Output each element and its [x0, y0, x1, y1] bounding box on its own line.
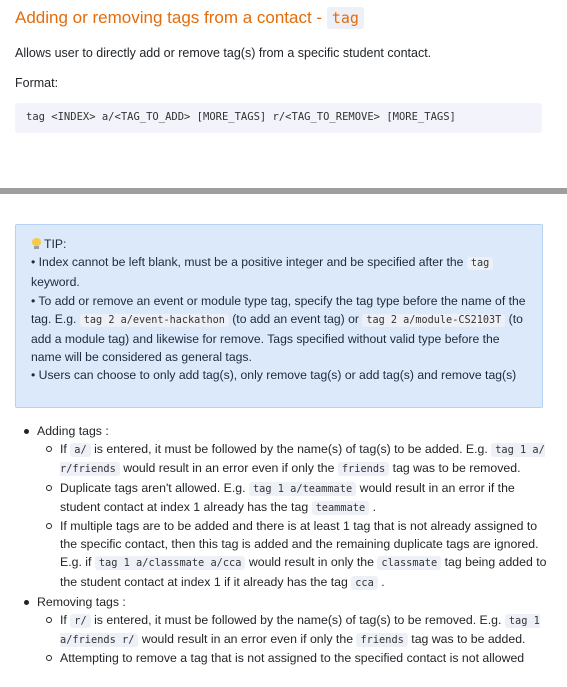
item-code: tag 1 a/classmate a/cca — [94, 556, 246, 571]
item-text: Attempting to remove a tag that is not a… — [60, 651, 525, 666]
item-text: If — [60, 613, 71, 628]
format-label: Format: — [15, 76, 59, 90]
item-text: is entered, it must be followed by the n… — [90, 442, 492, 457]
item-text: Duplicate tags aren't allowed. E.g. — [60, 480, 249, 495]
tip-item: • To add or remove an event or module ty… — [31, 292, 528, 367]
tip-code: tag 2 a/module-CS2103T — [362, 313, 506, 327]
page-title: Adding or removing tags from a contact -… — [15, 7, 364, 29]
title-code: tag — [326, 7, 364, 29]
item-code: cca — [351, 575, 378, 590]
item-code: teammate — [311, 500, 370, 515]
tip-title: TIP: — [44, 237, 67, 251]
tip-text: (to add an event tag) or — [228, 311, 363, 326]
tip-item: • Index cannot be left blank, must be a … — [31, 253, 528, 291]
page-title-text: Adding or removing tags from a contact - — [15, 8, 327, 27]
list-label: Adding tags : — [37, 424, 109, 438]
tip-text: • Index cannot be left blank, must be a … — [31, 255, 467, 270]
tip-text: • Users can choose to only add tag(s), o… — [31, 368, 517, 383]
list-label: Removing tags : — [37, 594, 126, 609]
tip-code: tag 2 a/event-hackathon — [79, 313, 229, 327]
tip-heading: TIP: — [31, 235, 528, 253]
item-text: would result in only the — [245, 555, 378, 570]
list-item: If a/ is entered, it must be followed by… — [37, 440, 547, 478]
list-item-removing: Removing tags : If r/ is entered, it mus… — [22, 593, 547, 668]
item-text: If — [60, 442, 71, 457]
item-code: friends — [337, 462, 390, 477]
list-item: Duplicate tags aren't allowed. E.g. tag … — [37, 479, 547, 517]
tip-box: TIP: • Index cannot be left blank, must … — [15, 224, 543, 408]
item-code: a/ — [70, 443, 91, 458]
list-item: Attempting to remove a tag that is not a… — [37, 649, 547, 667]
item-text: tag was to be removed. — [389, 461, 521, 476]
format-code: tag <INDEX> a/<TAG_TO_ADD> [MORE_TAGS] r… — [26, 111, 456, 123]
item-code: friends — [356, 633, 408, 648]
list-item-adding: Adding tags : If a/ is entered, it must … — [22, 422, 547, 592]
tip-item: • Users can choose to only add tag(s), o… — [31, 366, 528, 384]
item-code: tag 1 a/teammate — [248, 481, 357, 496]
list-item: If r/ is entered, it must be followed by… — [37, 611, 547, 649]
list-item: If multiple tags are to be added and the… — [37, 517, 547, 592]
rules-list: Adding tags : If a/ is entered, it must … — [22, 422, 547, 669]
item-code: r/ — [70, 614, 91, 629]
section-divider — [0, 188, 567, 194]
description: Allows user to directly add or remove ta… — [15, 46, 432, 60]
tip-text: keyword. — [31, 275, 80, 290]
lightbulb-icon — [31, 238, 41, 249]
item-text: . — [369, 499, 377, 514]
item-text: . — [377, 574, 385, 589]
item-code: classmate — [377, 556, 442, 571]
item-text: would result in an error even if only th… — [138, 632, 357, 647]
tip-code: tag — [466, 257, 494, 271]
item-text: is entered, it must be followed by the n… — [90, 613, 505, 628]
format-code-block: tag <INDEX> a/<TAG_TO_ADD> [MORE_TAGS] r… — [15, 103, 542, 133]
item-text: would result in an error even if only th… — [119, 461, 338, 476]
item-text: tag was to be added. — [407, 632, 526, 647]
